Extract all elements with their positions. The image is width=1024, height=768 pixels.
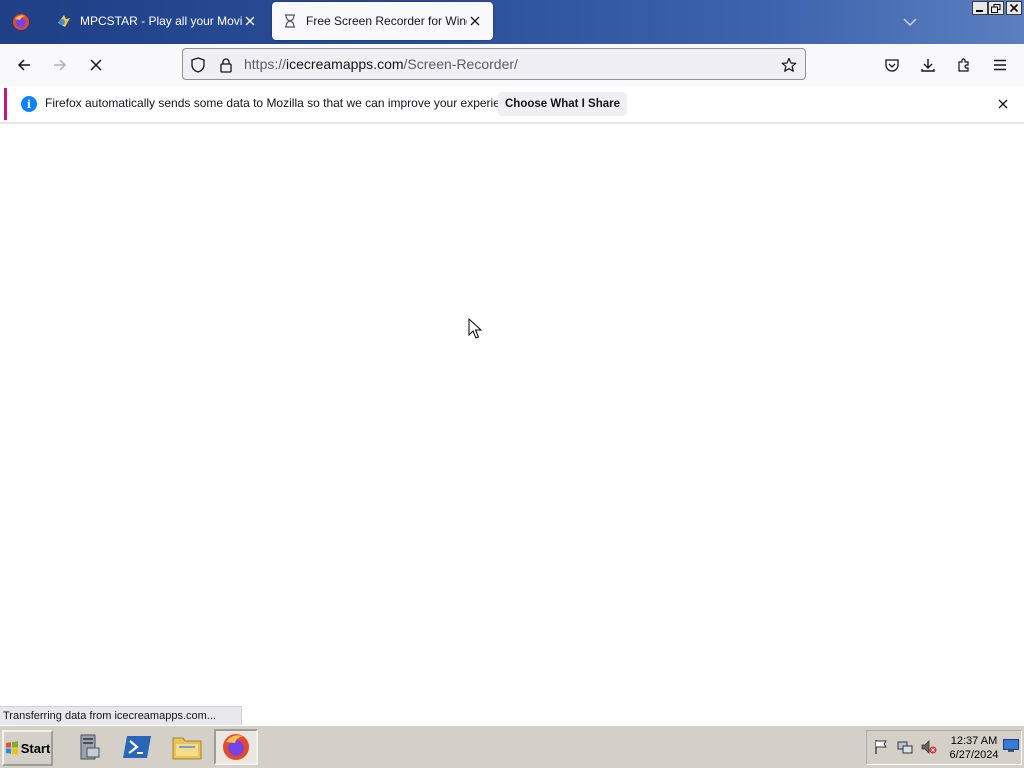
url-path: /Screen-Recorder/: [403, 56, 518, 72]
close-tab-icon[interactable]: [467, 13, 483, 29]
padlock-icon[interactable]: [217, 56, 235, 74]
stop-icon: [90, 59, 102, 71]
url-bar[interactable]: https://icecreamapps.com/Screen-Recorder…: [182, 48, 806, 80]
clock-date: 6/27/2024: [949, 749, 999, 761]
restore-icon: [991, 3, 1001, 13]
close-window-button[interactable]: [1006, 1, 1022, 15]
action-center-flag-icon[interactable]: [873, 739, 889, 755]
close-tab-icon[interactable]: [242, 13, 258, 29]
mpcstar-icon: [56, 13, 72, 29]
list-all-tabs-button[interactable]: [898, 12, 922, 32]
hamburger-menu-icon: [994, 59, 1006, 71]
stop-loading-button[interactable]: [82, 51, 110, 79]
url-scheme: https://: [244, 56, 287, 72]
clock-time: 12:37 AM: [950, 735, 998, 747]
windows-logo-icon: [5, 741, 18, 755]
firefox-logo-icon: [13, 14, 29, 30]
server-manager-icon: [80, 734, 100, 760]
tracking-protection-shield-icon[interactable]: [189, 56, 207, 74]
firefox-icon: [223, 734, 249, 760]
minimize-window-button[interactable]: [972, 1, 988, 15]
extensions-button[interactable]: [950, 51, 978, 79]
windows-taskbar: Start 12:37 AM 6/27/2024: [0, 725, 1024, 768]
file-explorer-taskbar-button[interactable]: [165, 729, 209, 765]
chevron-down-icon: [903, 18, 917, 26]
url-text[interactable]: https://icecreamapps.com/Screen-Recorder…: [244, 56, 518, 72]
notification-message: Firefox automatically sends some data to…: [45, 96, 523, 110]
downloads-button[interactable]: [914, 51, 942, 79]
data-collection-notification: i Firefox automatically sends some data …: [4, 88, 1020, 120]
firefox-taskbar-button[interactable]: [214, 729, 258, 765]
pocket-icon: [885, 59, 899, 72]
tab-screen-recorder[interactable]: Free Screen Recorder for Window: [272, 2, 493, 40]
close-notification-icon[interactable]: [995, 96, 1011, 112]
explorer-icon: [172, 737, 202, 760]
tab-mpcstar[interactable]: MPCSTAR - Play all your Movies an: [46, 2, 268, 40]
arrow-left-icon: [17, 59, 30, 71]
show-desktop-icon[interactable]: [1003, 738, 1019, 754]
mouse-cursor-icon: [468, 317, 483, 340]
forward-button[interactable]: [46, 51, 74, 79]
tab-title: Free Screen Recorder for Window: [306, 14, 467, 28]
restore-window-button[interactable]: [988, 1, 1004, 15]
powershell-taskbar-button[interactable]: [115, 729, 159, 765]
minimize-icon: [976, 10, 983, 12]
arrow-right-icon: [54, 59, 67, 71]
choose-what-i-share-button[interactable]: Choose What I Share: [498, 92, 627, 116]
firefox-view-button[interactable]: [0, 0, 42, 44]
back-button[interactable]: [10, 51, 38, 79]
info-icon: i: [21, 96, 37, 112]
pocket-button[interactable]: [878, 51, 906, 79]
loading-hourglass-icon: [282, 13, 298, 29]
bookmark-star-icon[interactable]: [780, 56, 798, 74]
status-panel: Transferring data from icecreamapps.com.…: [0, 706, 242, 725]
puzzle-piece-icon: [958, 58, 969, 72]
url-domain: icecreamapps.com: [286, 56, 404, 72]
app-menu-button[interactable]: [986, 51, 1014, 79]
network-icon[interactable]: [897, 739, 913, 755]
tab-bar: MPCSTAR - Play all your Movies an Free S…: [0, 0, 1024, 44]
start-label: Start: [20, 740, 51, 756]
clock[interactable]: 12:37 AM 6/27/2024: [945, 734, 1003, 762]
powershell-icon: [123, 736, 151, 758]
system-tray: 12:37 AM 6/27/2024: [866, 730, 1022, 765]
server-manager-taskbar-button[interactable]: [66, 729, 110, 765]
download-icon: [921, 59, 935, 72]
page-content-area[interactable]: [0, 124, 1024, 725]
volume-muted-icon[interactable]: [921, 739, 937, 755]
start-button[interactable]: Start: [2, 730, 53, 766]
close-icon: [1010, 4, 1018, 12]
tab-title: MPCSTAR - Play all your Movies an: [80, 14, 243, 28]
